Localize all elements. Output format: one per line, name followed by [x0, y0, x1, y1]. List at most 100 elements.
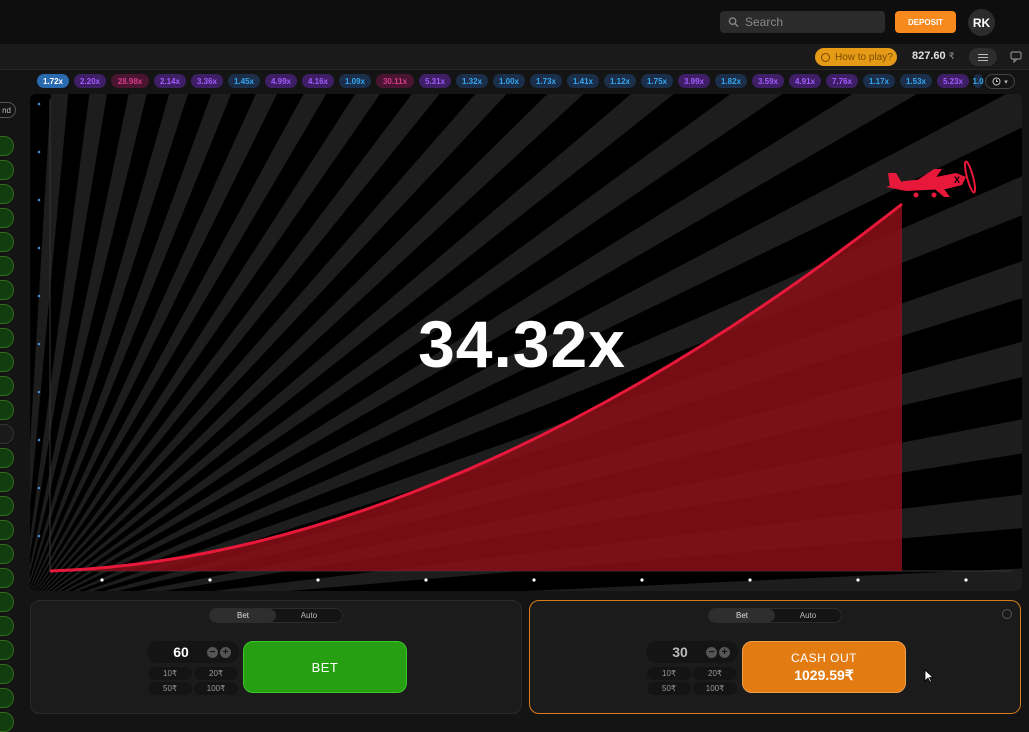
y-axis-tick: [37, 294, 41, 298]
svg-text:X: X: [954, 175, 960, 185]
minus-button[interactable]: −: [706, 646, 717, 658]
sidebar-player-dot: [0, 616, 14, 636]
quick-amount-20[interactable]: 20₹: [693, 667, 737, 680]
bet-amount-value[interactable]: 30: [656, 644, 704, 660]
tab-bet[interactable]: Bet: [709, 609, 775, 622]
history-multiplier[interactable]: 1.09x: [339, 74, 371, 88]
how-to-play-label: How to play?: [835, 51, 893, 63]
x-axis-tick: [208, 578, 212, 582]
multiplier-history: 1.0 5.23x 1.53x 1.17x 7.76x 4.91x 3.59x 1.82x 3.…: [0, 70, 1029, 94]
sidebar-player-dot: [0, 592, 14, 612]
tab-auto[interactable]: Auto: [775, 609, 841, 622]
history-multiplier[interactable]: 1.73x: [530, 74, 562, 88]
quick-amount-50[interactable]: 50₹: [148, 682, 192, 695]
x-axis-tick: [316, 578, 320, 582]
quick-amount-100[interactable]: 100₹: [693, 682, 737, 695]
bet-amount-stepper[interactable]: 30 − +: [646, 641, 738, 663]
search-input[interactable]: [745, 15, 885, 29]
avatar[interactable]: RK: [968, 9, 995, 36]
sidebar-player-dot: [0, 472, 14, 492]
sidebar-player-dot: [0, 328, 14, 348]
y-axis-tick: [37, 390, 41, 394]
sidebar-player-dot: [0, 640, 14, 660]
quick-amount-20[interactable]: 20₹: [194, 667, 238, 680]
history-multiplier[interactable]: 1.41x: [567, 74, 599, 88]
x-axis-tick: [964, 578, 968, 582]
history-multiplier[interactable]: 3.36x: [191, 74, 223, 88]
bet-button[interactable]: BET: [243, 641, 407, 693]
history-multiplier[interactable]: 3.59x: [752, 74, 784, 88]
history-multiplier[interactable]: 5.23x: [937, 74, 969, 88]
history-multiplier[interactable]: 2.20x: [74, 74, 106, 88]
sidebar-player-dot: [0, 496, 14, 516]
history-multiplier[interactable]: 4.99x: [265, 74, 297, 88]
history-multiplier[interactable]: 1.17x: [863, 74, 895, 88]
chat-icon: [1010, 51, 1022, 63]
history-multiplier[interactable]: 4.16x: [302, 74, 334, 88]
history-multiplier[interactable]: 1.72x: [37, 74, 69, 88]
history-multiplier[interactable]: 30.11x: [376, 74, 414, 88]
history-multiplier[interactable]: 1.0: [972, 74, 984, 88]
help-icon: [821, 52, 830, 62]
tab-auto[interactable]: Auto: [276, 609, 342, 622]
history-multiplier[interactable]: 1.45x: [228, 74, 260, 88]
bet-mode-tabs: Bet Auto: [209, 608, 343, 623]
cash-out-button[interactable]: CASH OUT 1029.59₹: [742, 641, 906, 693]
how-to-play-button[interactable]: How to play?: [815, 48, 897, 66]
sidebar-player-dot: [0, 304, 14, 324]
history-multiplier[interactable]: 1.53x: [900, 74, 932, 88]
y-axis-tick: [37, 150, 41, 154]
sidebar-player-dot: [0, 400, 14, 420]
cash-out-label: CASH OUT: [790, 650, 857, 665]
quick-amount-50[interactable]: 50₹: [647, 682, 691, 695]
history-multiplier[interactable]: 1.32x: [456, 74, 488, 88]
deposit-button[interactable]: DEPOSIT: [895, 11, 956, 33]
sidebar-player-dot: [0, 712, 14, 732]
quick-amount-10[interactable]: 10₹: [148, 667, 192, 680]
chevron-down-icon: ▾: [1004, 78, 1008, 86]
history-multiplier[interactable]: 7.76x: [826, 74, 858, 88]
sidebar-player-dot: [0, 544, 14, 564]
y-axis-tick: [37, 198, 41, 202]
history-multiplier[interactable]: 4.91x: [789, 74, 821, 88]
balance: 827.60 ₹: [912, 50, 954, 62]
y-axis-tick: [37, 438, 41, 442]
plus-button[interactable]: +: [220, 646, 231, 658]
tab-bet[interactable]: Bet: [210, 609, 276, 622]
quick-amount-10[interactable]: 10₹: [647, 667, 691, 680]
history-multiplier[interactable]: 1.12x: [604, 74, 636, 88]
remove-panel-button[interactable]: [1002, 609, 1012, 619]
x-axis-tick: [640, 578, 644, 582]
search-icon: [728, 17, 739, 28]
history-icon: [992, 77, 1001, 86]
search-box[interactable]: [720, 11, 885, 33]
bet-panel-2: Bet Auto 30 − + 10₹ 20₹ 50₹ 100₹ CASH OU…: [529, 600, 1021, 714]
history-multiplier[interactable]: 1.82x: [715, 74, 747, 88]
game-canvas: X 34.32x: [30, 94, 1022, 591]
quick-amount-100[interactable]: 100₹: [194, 682, 238, 695]
bet-mode-tabs: Bet Auto: [708, 608, 842, 623]
sidebar-player-dot: [0, 352, 14, 372]
bet-amount-stepper[interactable]: 60 − +: [147, 641, 239, 663]
history-multiplier[interactable]: 1.75x: [641, 74, 673, 88]
bet-amount-value[interactable]: 60: [157, 644, 205, 660]
chat-button[interactable]: [1005, 48, 1029, 66]
left-sidebar: nd: [0, 94, 18, 732]
history-toggle[interactable]: ▾: [985, 74, 1015, 89]
history-multiplier[interactable]: 1.00x: [493, 74, 525, 88]
plus-button[interactable]: +: [719, 646, 730, 658]
sidebar-player-dot: [0, 136, 14, 156]
sidebar-player-dot: [0, 424, 14, 444]
current-multiplier: 34.32x: [418, 307, 626, 381]
history-multiplier[interactable]: 5.31x: [419, 74, 451, 88]
x-axis-tick: [100, 578, 104, 582]
history-multiplier[interactable]: 3.99x: [678, 74, 710, 88]
minus-button[interactable]: −: [207, 646, 218, 658]
sidebar-tab[interactable]: nd: [0, 102, 16, 118]
history-multiplier[interactable]: 2.14x: [154, 74, 186, 88]
y-axis-tick: [37, 102, 41, 106]
menu-button[interactable]: [969, 48, 997, 66]
balance-currency: ₹: [948, 51, 955, 61]
x-axis-tick: [748, 578, 752, 582]
history-multiplier[interactable]: 28.98x: [111, 74, 149, 88]
